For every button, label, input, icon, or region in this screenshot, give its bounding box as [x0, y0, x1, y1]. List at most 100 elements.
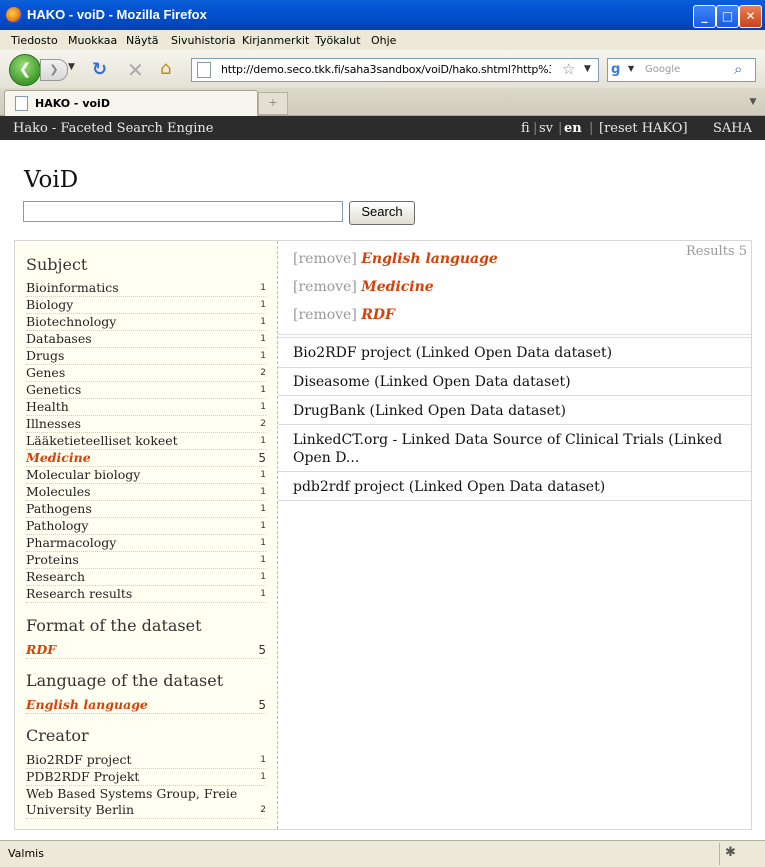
- facet-count: 1: [260, 385, 266, 395]
- remove-filter-link[interactable]: [remove]: [293, 307, 357, 323]
- search-button[interactable]: Search: [349, 201, 415, 225]
- facet-item-subject[interactable]: Illnesses 2: [26, 416, 266, 433]
- active-filter: [remove] RDF: [293, 307, 395, 323]
- page-icon: [15, 96, 28, 111]
- menu-kirjanmerkit[interactable]: Kirjanmerkit: [242, 34, 309, 47]
- close-button[interactable]: ✕: [739, 5, 762, 28]
- result-item[interactable]: Bio2RDF project (Linked Open Data datase…: [278, 338, 751, 368]
- facet-item-subject[interactable]: Pathology 1: [26, 518, 266, 535]
- menu-sivuhistoria[interactable]: Sivuhistoria: [171, 34, 236, 47]
- facet-heading-format: Format of the dataset: [26, 616, 202, 635]
- remove-filter-link[interactable]: [remove]: [293, 279, 357, 295]
- facet-count: 2: [260, 805, 266, 815]
- facet-label: Illnesses: [26, 416, 82, 431]
- page-viewport: Hako - Faceted Search Engine fi | sv | e…: [0, 116, 765, 840]
- facet-item-subject[interactable]: Molecules 1: [26, 484, 266, 501]
- app-brand[interactable]: Hako - Faceted Search Engine: [13, 121, 213, 136]
- facet-count: 1: [260, 504, 266, 514]
- forward-arrow-icon[interactable]: ❯: [40, 59, 68, 81]
- result-item[interactable]: pdb2rdf project (Linked Open Data datase…: [278, 472, 751, 501]
- lang-en-link[interactable]: en: [564, 121, 582, 136]
- menu-nayta[interactable]: Näytä: [126, 34, 159, 47]
- search-icon[interactable]: ⌕: [734, 60, 742, 78]
- facet-item-subject[interactable]: Medicine 5: [26, 450, 266, 467]
- result-item[interactable]: LinkedCT.org - Linked Data Source of Cli…: [278, 425, 751, 472]
- facet-item-subject[interactable]: Databases 1: [26, 331, 266, 348]
- result-title[interactable]: LinkedCT.org - Linked Data Source of Cli…: [293, 431, 733, 467]
- tab-list-dropdown-icon[interactable]: ▼: [744, 92, 762, 113]
- facet-item-subject[interactable]: Pathogens 1: [26, 501, 266, 518]
- home-icon[interactable]: ⌂: [160, 58, 171, 79]
- facet-count: 1: [260, 283, 266, 293]
- bookmark-star-icon[interactable]: ☆: [562, 60, 575, 78]
- stop-icon[interactable]: ✕: [127, 58, 144, 82]
- facet-label: Drugs: [26, 348, 65, 363]
- facet-item-subject[interactable]: Genes 2: [26, 365, 266, 382]
- web-search-box[interactable]: g ▼ Google ⌕: [607, 58, 756, 82]
- saha-link[interactable]: SAHA: [713, 121, 752, 136]
- lang-sv-link[interactable]: sv: [539, 121, 553, 136]
- reset-hako-link[interactable]: [reset HAKO]: [599, 121, 688, 136]
- facet-item-subject[interactable]: Research 1: [26, 569, 266, 586]
- tab-strip: HAKO - voiD + ▼: [0, 88, 765, 116]
- facet-item-creator[interactable]: Bio2RDF project 1: [26, 752, 266, 769]
- maximize-button[interactable]: □: [716, 5, 739, 28]
- result-title[interactable]: Diseasome (Linked Open Data dataset): [293, 373, 733, 391]
- minimize-button[interactable]: _: [693, 5, 716, 28]
- url-dropdown-icon[interactable]: ▼: [584, 64, 591, 74]
- new-tab-button[interactable]: +: [258, 92, 288, 115]
- remove-filter-link[interactable]: [remove]: [293, 251, 357, 267]
- back-arrow-icon[interactable]: ❮: [9, 54, 41, 86]
- facet-item-rdf[interactable]: RDF 5: [26, 642, 266, 659]
- result-title[interactable]: DrugBank (Linked Open Data dataset): [293, 402, 733, 420]
- active-filter-value: English language: [361, 251, 498, 267]
- active-filter-value: Medicine: [361, 279, 434, 295]
- facet-item-subject[interactable]: Drugs 1: [26, 348, 266, 365]
- facet-item-subject[interactable]: Bioinformatics 1: [26, 280, 266, 297]
- facet-count: 1: [260, 521, 266, 531]
- facet-item-subject[interactable]: Biology 1: [26, 297, 266, 314]
- window-titlebar: HAKO - voiD - Mozilla Firefox _ □ ✕: [0, 0, 765, 30]
- results-count: Results 5: [686, 244, 747, 259]
- menu-ohje[interactable]: Ohje: [371, 34, 396, 47]
- url-bar[interactable]: http://demo.seco.tkk.fi/saha3sandbox/voi…: [191, 58, 599, 82]
- facet-item-subject[interactable]: Research results 1: [26, 586, 266, 603]
- search-engine-dropdown-icon[interactable]: ▼: [628, 64, 634, 73]
- result-item[interactable]: DrugBank (Linked Open Data dataset): [278, 396, 751, 425]
- url-text[interactable]: http://demo.seco.tkk.fi/saha3sandbox/voi…: [221, 63, 551, 76]
- facet-label: Biology: [26, 297, 74, 312]
- separator: |: [558, 121, 563, 136]
- facet-item-subject[interactable]: Health 1: [26, 399, 266, 416]
- menu-tiedosto[interactable]: Tiedosto: [11, 34, 58, 47]
- history-dropdown-icon[interactable]: ▼: [68, 62, 75, 72]
- facet-count: 1: [260, 436, 266, 446]
- facet-item-creator[interactable]: Web Based Systems Group, Freie Universit…: [26, 786, 266, 819]
- facet-item-creator[interactable]: PDB2RDF Projekt 1: [26, 769, 266, 786]
- facet-count: 5: [258, 643, 266, 657]
- facet-item-english-language[interactable]: English language 5: [26, 697, 266, 714]
- tab-label: HAKO - voiD: [35, 97, 110, 110]
- facet-item-subject[interactable]: Proteins 1: [26, 552, 266, 569]
- facet-item-subject[interactable]: Molecular biology 1: [26, 467, 266, 484]
- facet-count: 1: [260, 317, 266, 327]
- facet-count: 1: [260, 755, 266, 765]
- menu-tyokalut[interactable]: Työkalut: [315, 34, 361, 47]
- facet-label: Medicine: [26, 450, 91, 465]
- lang-fi-link[interactable]: fi: [521, 121, 530, 136]
- result-item[interactable]: Diseasome (Linked Open Data dataset): [278, 367, 751, 396]
- facet-item-subject[interactable]: Pharmacology 1: [26, 535, 266, 552]
- firebug-icon[interactable]: ✱: [725, 845, 736, 860]
- facet-item-subject[interactable]: Lääketieteelliset kokeet 1: [26, 433, 266, 450]
- menu-muokkaa[interactable]: Muokkaa: [68, 34, 117, 47]
- search-input[interactable]: [23, 201, 343, 222]
- facet-item-subject[interactable]: Biotechnology 1: [26, 314, 266, 331]
- facet-item-subject[interactable]: Genetics 1: [26, 382, 266, 399]
- tab-hako-void[interactable]: HAKO - voiD: [4, 90, 258, 116]
- facet-count: 5: [258, 698, 266, 712]
- result-title[interactable]: Bio2RDF project (Linked Open Data datase…: [293, 344, 733, 362]
- web-search-placeholder[interactable]: Google: [645, 64, 680, 75]
- google-icon[interactable]: g: [611, 62, 627, 78]
- reload-icon[interactable]: ↻: [92, 59, 107, 80]
- result-title[interactable]: pdb2rdf project (Linked Open Data datase…: [293, 478, 733, 496]
- facet-label: Bioinformatics: [26, 280, 119, 295]
